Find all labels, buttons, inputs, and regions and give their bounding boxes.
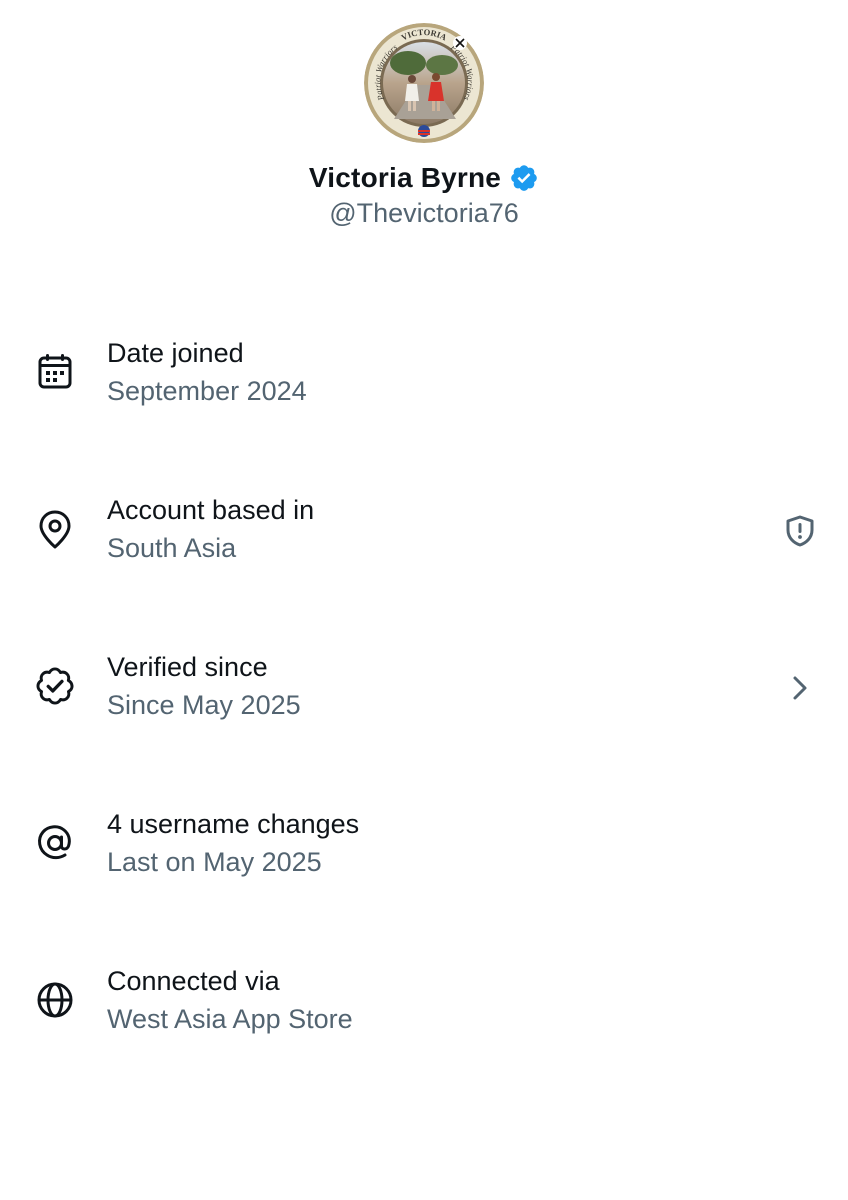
row-title: Verified since bbox=[107, 652, 268, 682]
row-title: Account based in bbox=[107, 495, 315, 525]
row-text: Account based in South Asia bbox=[107, 491, 314, 567]
row-title: Connected via bbox=[107, 966, 280, 996]
at-sign-icon bbox=[33, 821, 77, 865]
profile-name: Victoria Byrne bbox=[308, 162, 502, 193]
row-connected-via: Connected via West Asia App Store bbox=[0, 940, 848, 1097]
row-username-changes: 4 username changes Last on May 2025 bbox=[0, 783, 848, 940]
name-row: Victoria Byrne bbox=[0, 158, 848, 198]
row-subtitle: September 2024 bbox=[107, 376, 307, 406]
row-title: 4 username changes bbox=[107, 809, 360, 839]
row-account-based-in: Account based in South Asia bbox=[0, 469, 848, 626]
profile-header: VICTORIA Patriot Warriors Patriot Warrio… bbox=[0, 0, 848, 250]
row-subtitle: South Asia bbox=[107, 533, 237, 563]
shield-alert-icon[interactable] bbox=[782, 513, 818, 549]
row-subtitle: West Asia App Store bbox=[107, 1004, 353, 1034]
globe-icon bbox=[33, 978, 77, 1022]
row-subtitle: Since May 2025 bbox=[107, 690, 301, 720]
row-verified-since[interactable]: Verified since Since May 2025 bbox=[0, 626, 848, 783]
chevron-right-icon[interactable] bbox=[782, 670, 818, 706]
row-subtitle: Last on May 2025 bbox=[107, 847, 322, 877]
calendar-icon bbox=[33, 350, 77, 394]
verified-badge-icon[interactable] bbox=[509, 163, 539, 193]
row-text: Date joined September 2024 bbox=[107, 334, 307, 410]
about-account-list: Date joined September 2024 Account based… bbox=[0, 312, 848, 1097]
profile-handle: @Thevictoria76 bbox=[329, 198, 519, 228]
avatar[interactable]: VICTORIA Patriot Warriors Patriot Warrio… bbox=[364, 23, 484, 143]
verified-badge-outline-icon bbox=[33, 664, 77, 708]
row-text: 4 username changes Last on May 2025 bbox=[107, 805, 359, 881]
row-date-joined: Date joined September 2024 bbox=[0, 312, 848, 469]
row-text: Connected via West Asia App Store bbox=[107, 962, 353, 1038]
row-text: Verified since Since May 2025 bbox=[107, 648, 301, 724]
location-pin-icon bbox=[33, 507, 77, 551]
row-title: Date joined bbox=[107, 338, 244, 368]
